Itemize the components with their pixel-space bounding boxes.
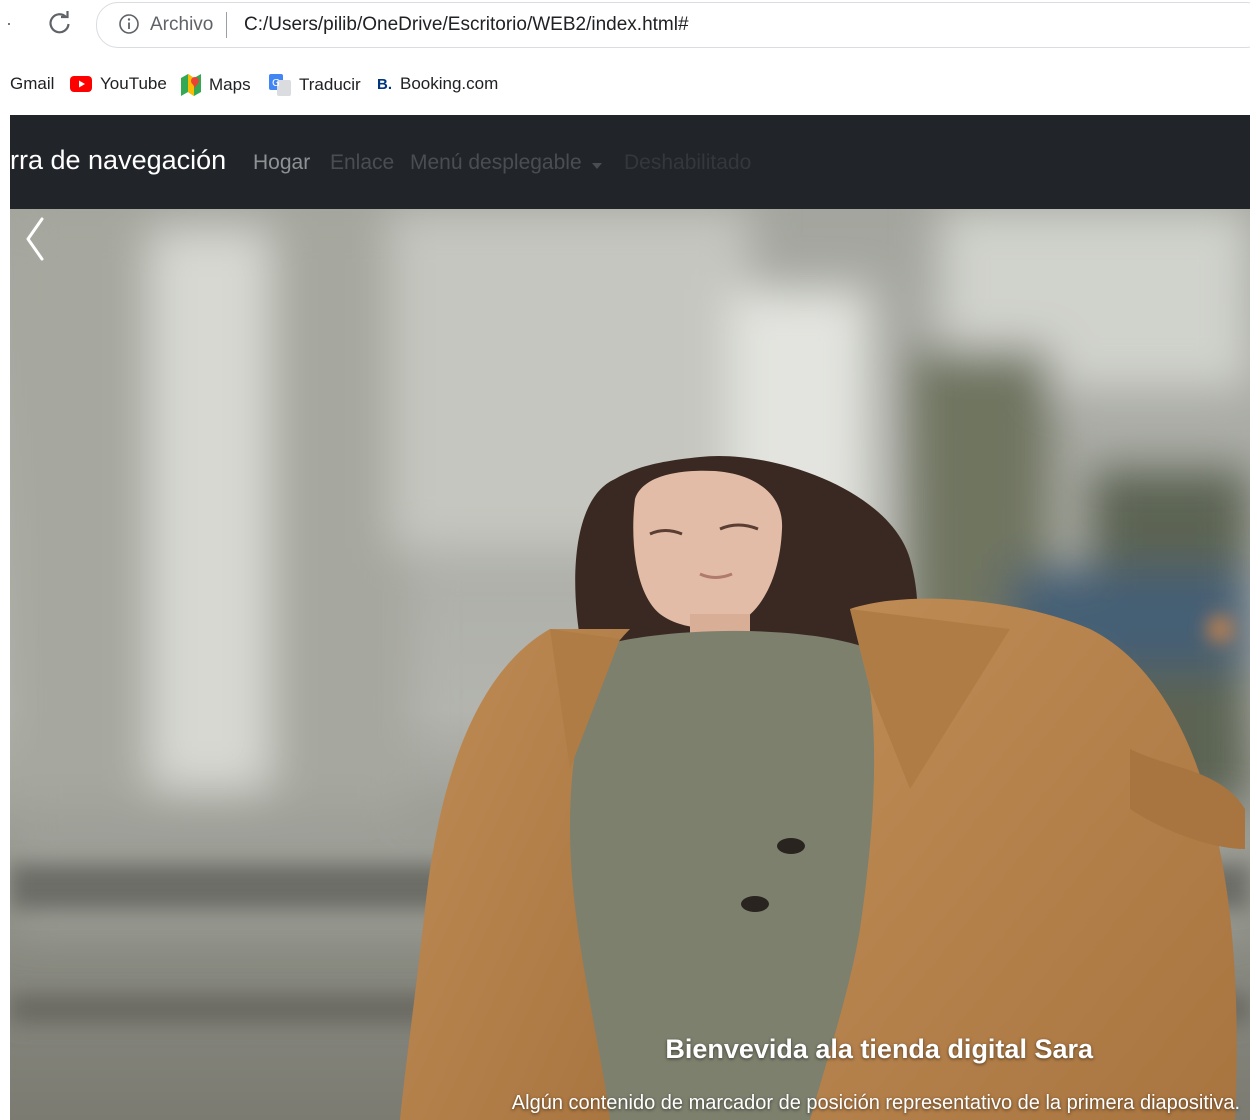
bookmark-label: Traducir bbox=[299, 75, 361, 94]
translate-icon: G bbox=[269, 74, 291, 96]
url-text[interactable]: C:/Users/pilib/OneDrive/Escritorio/WEB2/… bbox=[244, 14, 689, 36]
nav-dropdown-toggle[interactable]: Menú desplegable bbox=[410, 151, 582, 175]
navbar-brand[interactable]: rra de navegación bbox=[10, 145, 226, 176]
nav-link-enlace[interactable]: Enlace bbox=[330, 151, 394, 175]
bookmark-booking[interactable]: B. Booking.com bbox=[377, 74, 498, 94]
bookmark-traducir[interactable]: G Traducir bbox=[269, 74, 361, 96]
reload-icon[interactable] bbox=[46, 9, 74, 37]
booking-icon: B. bbox=[377, 75, 392, 93]
navbar: rra de navegación Hogar Enlace Menú desp… bbox=[10, 115, 1250, 209]
browser-window: · Archivo C:/Users/pilib/OneDrive/Escrit… bbox=[0, 0, 1250, 1120]
info-icon[interactable] bbox=[118, 13, 140, 35]
chevron-left-icon[interactable] bbox=[10, 209, 60, 269]
svg-text:G: G bbox=[272, 78, 280, 89]
nav-link-disabled: Deshabilitado bbox=[624, 151, 752, 174]
bookmark-gmail[interactable]: Gmail bbox=[10, 74, 54, 94]
bookmark-maps[interactable]: Maps bbox=[181, 74, 251, 96]
bookmark-label: Booking.com bbox=[400, 74, 499, 93]
caret-down-icon bbox=[592, 163, 602, 169]
carousel-caption-text: Algún contenido de marcador de posición … bbox=[511, 1092, 1240, 1114]
carousel-caption-title: Bienvevida ala tienda digital Sara bbox=[665, 1034, 1093, 1064]
toolbar-edge: · bbox=[6, 13, 12, 33]
carousel-slide: Bienvevida ala tienda digital Sara Algún… bbox=[10, 209, 1250, 1120]
omnibox-separator bbox=[226, 12, 227, 38]
bookmark-label: Maps bbox=[209, 75, 251, 94]
security-label[interactable]: Archivo bbox=[150, 14, 213, 36]
bookmark-label: YouTube bbox=[100, 74, 167, 93]
maps-icon bbox=[181, 74, 201, 96]
address-row: · Archivo C:/Users/pilib/OneDrive/Escrit… bbox=[0, 0, 1250, 52]
bookmark-youtube[interactable]: YouTube bbox=[70, 74, 167, 94]
bookmarks-bar: Gmail YouTube Maps G Traducir B. Booking… bbox=[0, 56, 1250, 114]
bookmark-label: Gmail bbox=[10, 74, 55, 93]
hero-photo bbox=[10, 209, 1250, 1120]
youtube-icon bbox=[70, 76, 92, 92]
nav-link-home[interactable]: Hogar bbox=[253, 151, 310, 175]
